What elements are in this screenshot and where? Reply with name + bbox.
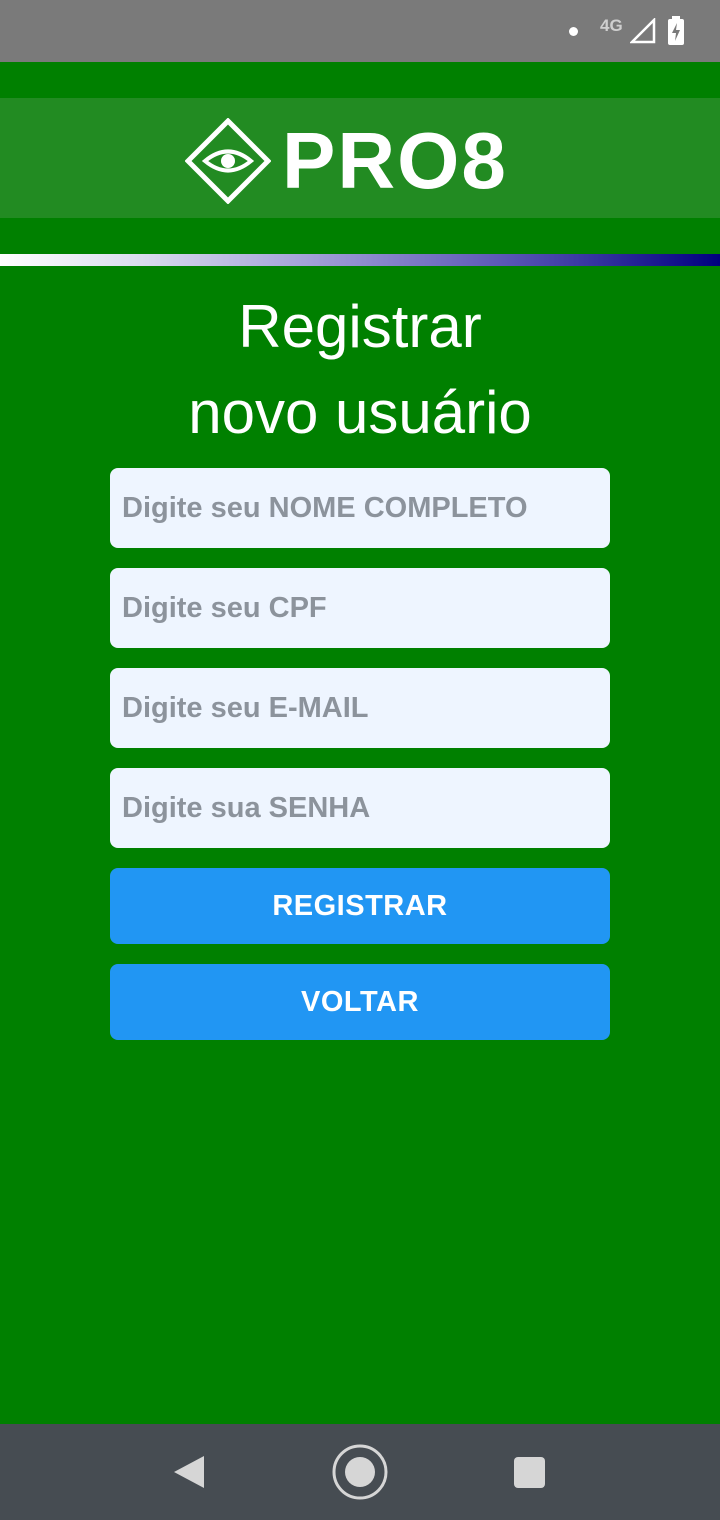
notification-dot-icon	[569, 27, 578, 36]
page-title-line-1: Registrar	[238, 293, 482, 360]
page-title-line-2: novo usuário	[188, 379, 532, 446]
email-input[interactable]	[110, 668, 610, 748]
password-input[interactable]	[110, 768, 610, 848]
signal-icon	[630, 18, 656, 44]
register-button[interactable]: REGISTRAR	[110, 868, 610, 944]
page-title: Registrar novo usuário	[0, 284, 720, 456]
gradient-divider	[0, 254, 720, 266]
battery-charging-icon	[668, 16, 684, 45]
eye-diamond-icon	[185, 118, 271, 204]
status-bar: 4G	[0, 0, 720, 62]
recent-apps-square-icon[interactable]	[514, 1457, 545, 1488]
cpf-input[interactable]	[110, 568, 610, 648]
back-button[interactable]: VOLTAR	[110, 964, 610, 1040]
home-circle-icon[interactable]	[331, 1443, 389, 1501]
network-type-label: 4G	[600, 16, 623, 35]
full-name-input[interactable]	[110, 468, 610, 548]
navigation-bar	[0, 1424, 720, 1520]
logo-text: PRO8	[282, 116, 508, 205]
back-triangle-icon[interactable]	[172, 1454, 206, 1490]
